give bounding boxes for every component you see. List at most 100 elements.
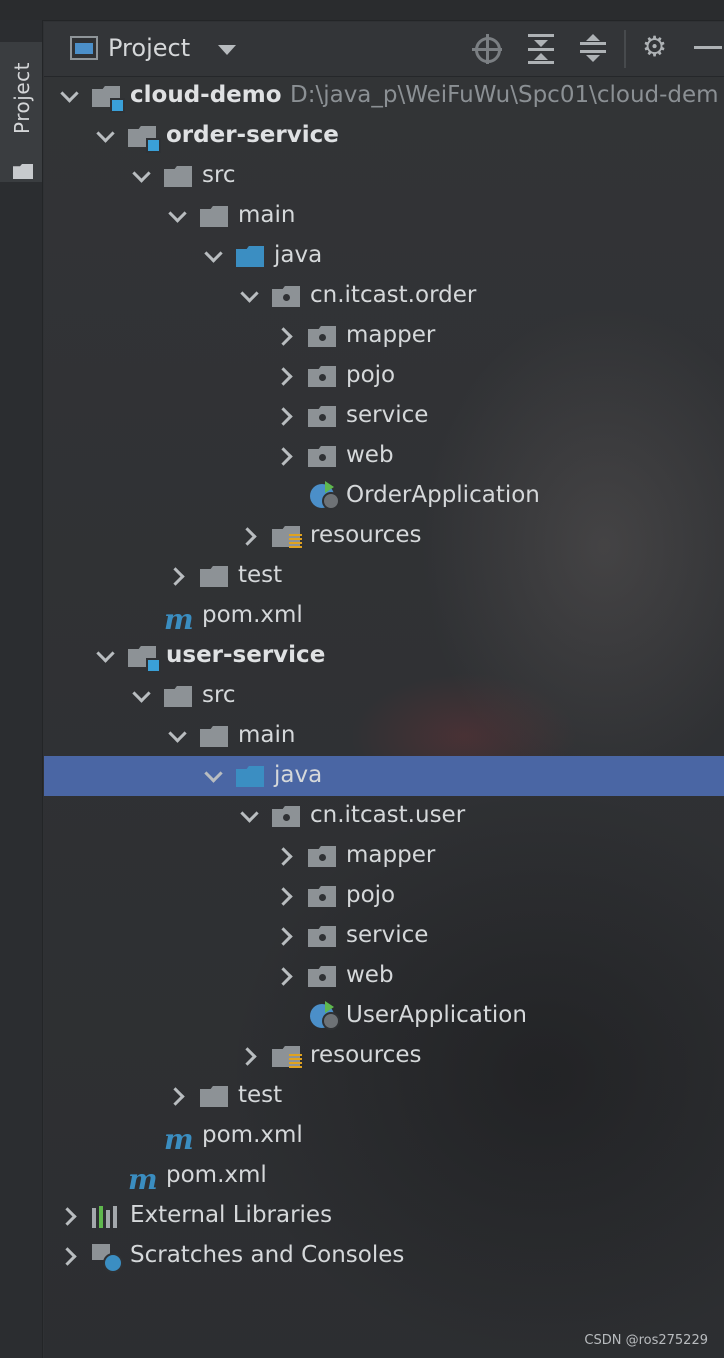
tree-node[interactable]: src	[44, 156, 724, 196]
tree-node[interactable]: Scratches and Consoles	[44, 1236, 724, 1276]
chevron-right-icon[interactable]	[276, 406, 296, 426]
tree-node[interactable]: resources	[44, 1036, 724, 1076]
tree-node[interactable]: UserApplication	[44, 996, 724, 1036]
minimize-icon[interactable]	[694, 46, 722, 49]
tree-node-label: main	[238, 722, 296, 748]
tree-node[interactable]: External Libraries	[44, 1196, 724, 1236]
collapse-all-icon[interactable]	[578, 34, 608, 64]
tree-node-label: src	[202, 162, 236, 188]
tool-window-strip: Project	[0, 20, 43, 1358]
tree-node-label: resources	[310, 522, 422, 548]
chevron-right-icon[interactable]	[276, 846, 296, 866]
source-folder-icon	[236, 764, 266, 788]
crosshair-icon[interactable]	[472, 34, 502, 64]
resources-folder-icon	[272, 524, 302, 548]
chevron-right-icon[interactable]	[240, 1046, 260, 1066]
module-folder-icon	[92, 84, 125, 113]
chevron-down-icon[interactable]	[96, 646, 116, 666]
tree-node[interactable]: java	[44, 756, 724, 796]
expand-all-icon[interactable]	[526, 34, 556, 64]
folder-icon	[200, 724, 230, 748]
tree-node[interactable]: m pom.xml	[44, 1156, 724, 1196]
tree-node-label: resources	[310, 1042, 422, 1068]
tree-node-label: External Libraries	[130, 1202, 333, 1228]
libraries-icon	[92, 1204, 122, 1228]
tree-node[interactable]: m pom.xml	[44, 596, 724, 636]
chevron-down-icon[interactable]	[240, 806, 260, 826]
tree-node[interactable]: mapper	[44, 316, 724, 356]
tree-node-label: test	[238, 1082, 283, 1108]
chevron-right-icon[interactable]	[240, 526, 260, 546]
spring-boot-app-icon	[308, 481, 340, 510]
tree-node[interactable]: order-service	[44, 116, 724, 156]
chevron-down-icon[interactable]	[204, 246, 224, 266]
tree-node[interactable]: mapper	[44, 836, 724, 876]
tree-node[interactable]: resources	[44, 516, 724, 556]
tree-node[interactable]: test	[44, 556, 724, 596]
chevron-right-icon[interactable]	[276, 966, 296, 986]
chevron-right-icon[interactable]	[276, 926, 296, 946]
tree-node-label: pojo	[346, 882, 396, 908]
scratches-icon	[92, 1244, 123, 1273]
tree-node[interactable]: web	[44, 436, 724, 476]
package-icon	[308, 964, 338, 988]
tree-node[interactable]: main	[44, 716, 724, 756]
tree-node-label: main	[238, 202, 296, 228]
chevron-right-icon[interactable]	[60, 1206, 80, 1226]
tree-node-label: src	[202, 682, 236, 708]
module-folder-icon	[128, 124, 161, 153]
tree-node-label: web	[346, 962, 394, 988]
maven-icon: m	[164, 1123, 194, 1156]
tree-node[interactable]: service	[44, 916, 724, 956]
chevron-down-icon[interactable]	[168, 726, 188, 746]
module-path: D:\java_p\WeiFuWu\Spc01\cloud-dem	[290, 82, 719, 108]
tree-node[interactable]: service	[44, 396, 724, 436]
project-tool-tab[interactable]: Project	[0, 42, 42, 182]
tree-node[interactable]: pojo	[44, 356, 724, 396]
tree-node-label: order-service	[166, 122, 339, 148]
tree-node[interactable]: OrderApplication	[44, 476, 724, 516]
chevron-right-icon[interactable]	[168, 566, 188, 586]
tree-node-label: web	[346, 442, 394, 468]
chevron-down-icon[interactable]	[204, 766, 224, 786]
gear-icon[interactable]: ⚙	[642, 30, 672, 63]
source-folder-icon	[236, 244, 266, 268]
chevron-down-icon[interactable]	[218, 45, 236, 55]
tree-node-label: pom.xml	[202, 1122, 303, 1148]
module-folder-icon	[128, 644, 161, 673]
chevron-down-icon[interactable]	[132, 686, 152, 706]
chevron-right-icon[interactable]	[60, 1246, 80, 1266]
view-selector[interactable]: Project	[108, 34, 190, 62]
chevron-down-icon[interactable]	[240, 286, 260, 306]
tree-node[interactable]: pojo	[44, 876, 724, 916]
watermark: CSDN @ros275229	[584, 1333, 708, 1348]
tree-node[interactable]: cloud-demo D:\java_p\WeiFuWu\Spc01\cloud-…	[44, 76, 724, 116]
tree-node[interactable]: cn.itcast.user	[44, 796, 724, 836]
chevron-right-icon[interactable]	[276, 886, 296, 906]
chevron-down-icon[interactable]	[60, 86, 80, 106]
tree-node-label: mapper	[346, 842, 436, 868]
tree-node[interactable]: test	[44, 1076, 724, 1116]
tree-node[interactable]: cn.itcast.order	[44, 276, 724, 316]
tree-node[interactable]: main	[44, 196, 724, 236]
maven-icon: m	[128, 1163, 158, 1196]
chevron-right-icon[interactable]	[276, 446, 296, 466]
package-icon	[272, 284, 302, 308]
tree-node[interactable]: web	[44, 956, 724, 996]
tree-node[interactable]: java	[44, 236, 724, 276]
tree-node[interactable]: src	[44, 676, 724, 716]
chevron-down-icon[interactable]	[132, 166, 152, 186]
chevron-right-icon[interactable]	[276, 366, 296, 386]
chevron-right-icon[interactable]	[168, 1086, 188, 1106]
tree-node-label: UserApplication	[346, 1002, 527, 1028]
chevron-down-icon[interactable]	[96, 126, 116, 146]
chevron-right-icon[interactable]	[276, 326, 296, 346]
tree-node[interactable]: user-service	[44, 636, 724, 676]
chevron-down-icon[interactable]	[168, 206, 188, 226]
tree-node-label: user-service	[166, 642, 326, 668]
package-icon	[308, 364, 338, 388]
tree-node[interactable]: m pom.xml	[44, 1116, 724, 1156]
package-icon	[308, 324, 338, 348]
tree-node-label: pom.xml	[202, 602, 303, 628]
folder-icon	[164, 684, 194, 708]
